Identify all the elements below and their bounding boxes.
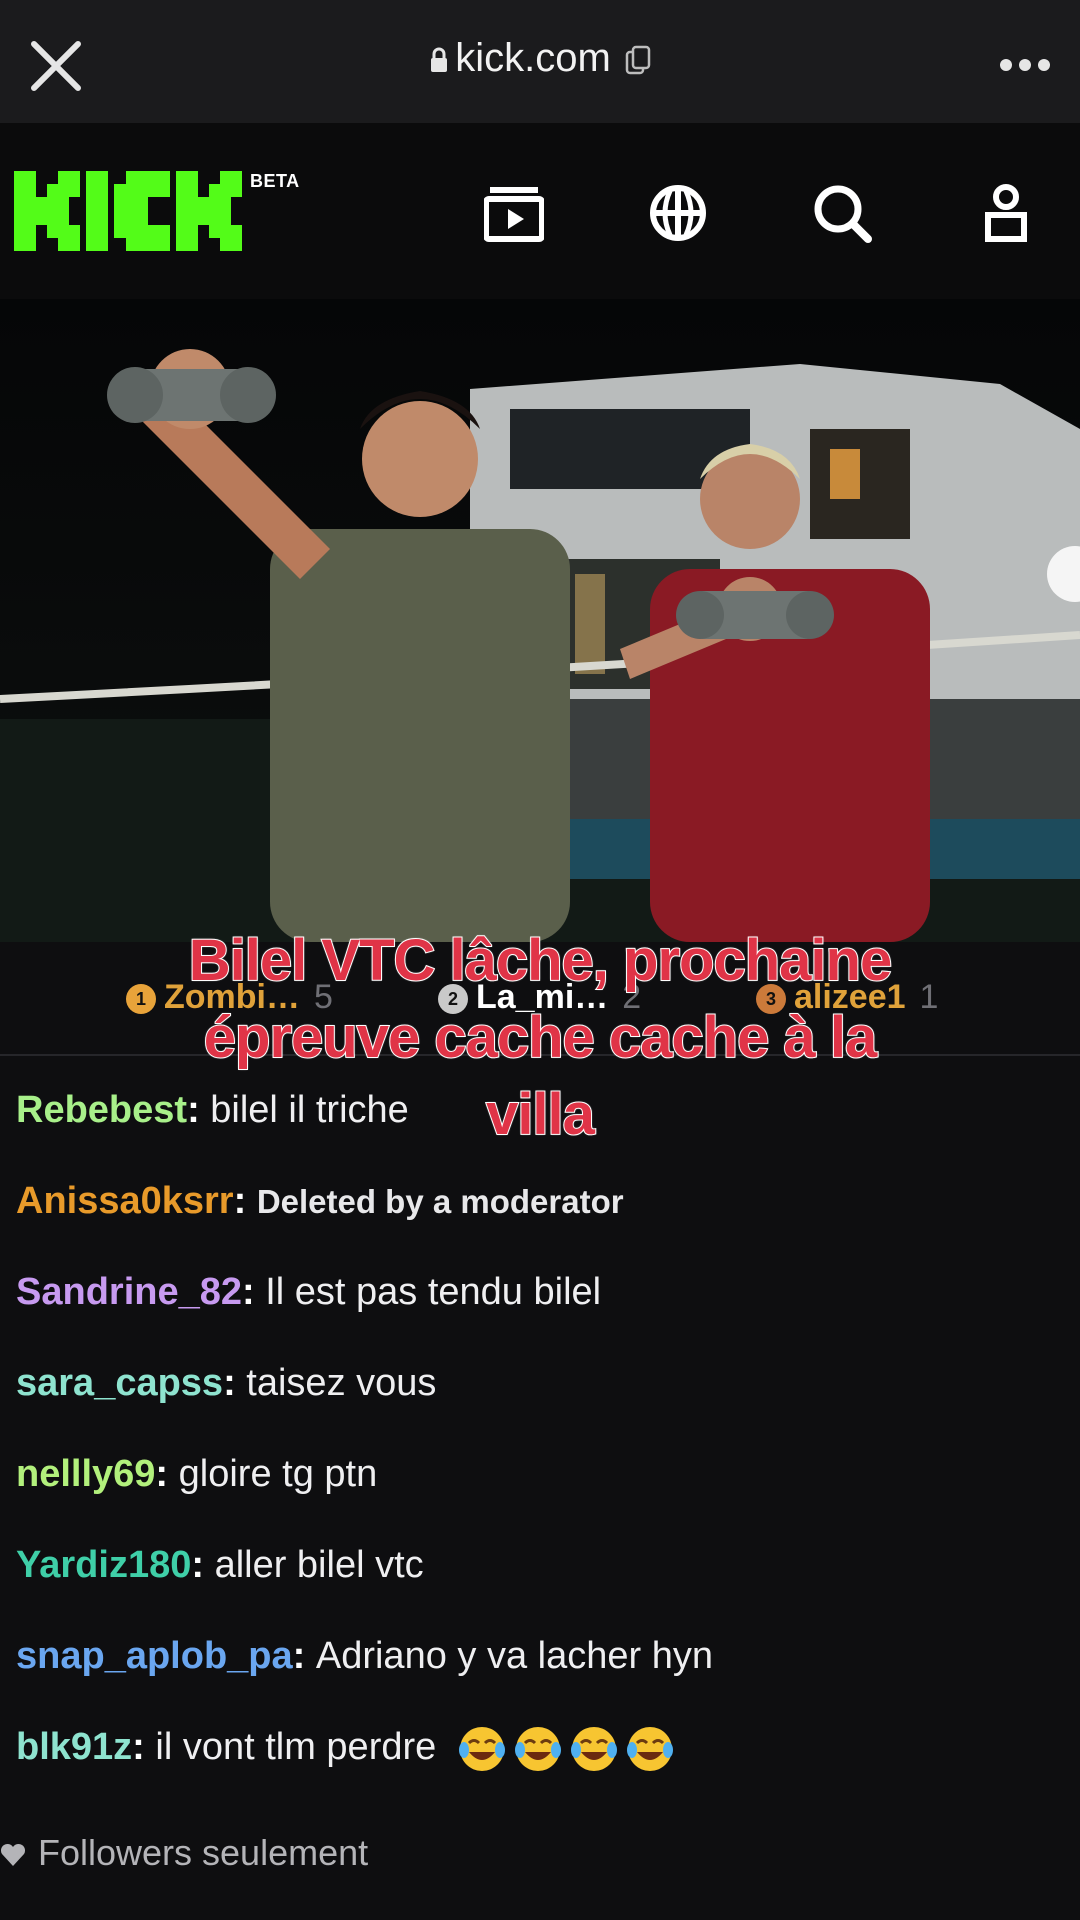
chat-message[interactable]: Anissa0ksrr: Deleted by a moderator: [16, 1171, 1066, 1262]
face-with-tears-of-joy-icon: [514, 1726, 561, 1771]
kick-logo[interactable]: [14, 171, 249, 251]
chat-username[interactable]: nellly69: [16, 1453, 155, 1495]
chat-text: Il est pas tendu bilel: [265, 1271, 602, 1313]
face-with-tears-of-joy-icon: [570, 1726, 617, 1771]
chat-username[interactable]: snap_aplob_pa: [16, 1635, 293, 1677]
chat-username[interactable]: sara_capss: [16, 1362, 223, 1404]
beta-label: BETA: [250, 171, 300, 191]
face-with-tears-of-joy-icon: [458, 1726, 505, 1771]
copy-icon[interactable]: [625, 45, 651, 75]
chat-username[interactable]: Yardiz180: [16, 1544, 191, 1586]
globe-icon[interactable]: [648, 183, 708, 243]
chat-username[interactable]: Sandrine_82: [16, 1271, 242, 1313]
followers-only-label: Followers seulement: [38, 1832, 369, 1873]
chat-message[interactable]: blk91z: il vont tlm perdre: [16, 1717, 1066, 1808]
video-caption-overlay: Bilel VTC lâche, prochaine épreuve cache…: [130, 922, 950, 1153]
chat-list: Rebebest: bilel il triche Anissa0ksrr: D…: [16, 1080, 1066, 1808]
caption-line: villa: [485, 1081, 596, 1148]
url-text: kick.com: [455, 36, 611, 80]
chat-message[interactable]: nellly69: gloire tg ptn: [16, 1444, 1066, 1535]
chat-message[interactable]: Yardiz180: aller bilel vtc: [16, 1535, 1066, 1626]
caption-line: Bilel VTC lâche, prochaine: [188, 927, 893, 994]
more-options-icon[interactable]: [998, 50, 1052, 80]
lock-icon: [431, 48, 448, 73]
caption-line: épreuve cache cache à la: [203, 1004, 878, 1071]
user-account-icon[interactable]: [976, 183, 1036, 243]
chat-username[interactable]: Anissa0ksrr: [16, 1180, 234, 1222]
chat-message[interactable]: snap_aplob_pa: Adriano y va lacher hyn: [16, 1626, 1066, 1717]
chat-text: taisez vous: [246, 1362, 437, 1404]
chat-text: aller bilel vtc: [214, 1544, 424, 1586]
search-icon[interactable]: [812, 183, 872, 243]
chat-text: gloire tg ptn: [178, 1453, 378, 1495]
browser-bar: kick.com: [0, 0, 1080, 123]
site-header: BETA: [0, 123, 1080, 299]
face-with-tears-of-joy-icon: [626, 1726, 673, 1771]
video-player[interactable]: [0, 299, 1080, 942]
deleted-message-notice: Deleted by a moderator: [256, 1183, 624, 1220]
chat-message[interactable]: sara_capss: taisez vous: [16, 1353, 1066, 1444]
chat-username[interactable]: blk91z: [16, 1726, 132, 1768]
address-bar[interactable]: kick.com: [0, 36, 1080, 81]
heart-icon: [0, 1844, 26, 1867]
chat-text: Adriano y va lacher hyn: [315, 1635, 713, 1677]
browse-videos-icon[interactable]: [484, 183, 544, 243]
stream-frame: [0, 349, 1080, 942]
followers-only-notice: Followers seulement: [0, 1832, 368, 1874]
chat-message[interactable]: Sandrine_82: Il est pas tendu bilel: [16, 1262, 1066, 1353]
chat-text: il vont tlm perdre: [155, 1726, 437, 1768]
